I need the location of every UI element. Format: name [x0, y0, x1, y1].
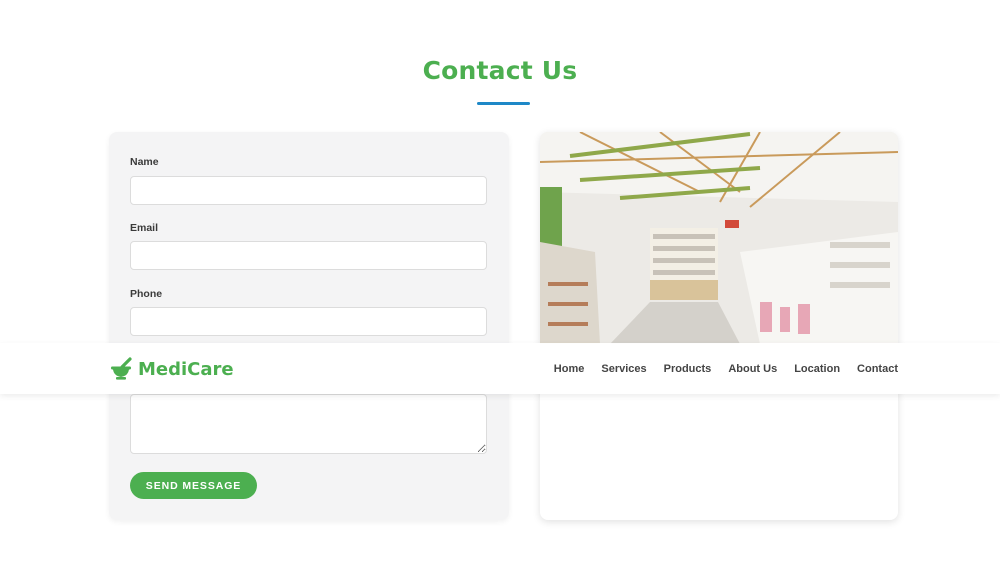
message-textarea[interactable] — [130, 394, 487, 454]
name-input[interactable] — [130, 176, 487, 205]
mortar-pestle-icon — [111, 357, 132, 380]
nav-links: Home Services Products About Us Location… — [554, 343, 898, 394]
email-input[interactable] — [130, 241, 487, 270]
pharmacy-store-photo — [540, 132, 898, 344]
title-underline — [477, 102, 530, 105]
top-navbar: MediCare Home Services Products About Us… — [0, 343, 1000, 394]
brand-name: MediCare — [138, 358, 234, 380]
phone-label: Phone — [130, 288, 163, 300]
nav-link-contact[interactable]: Contact — [857, 363, 898, 375]
nav-link-products[interactable]: Products — [664, 363, 712, 375]
nav-link-about-us[interactable]: About Us — [728, 363, 777, 375]
nav-link-location[interactable]: Location — [794, 363, 840, 375]
name-label: Name — [130, 156, 159, 168]
image-card — [540, 132, 898, 520]
phone-input[interactable] — [130, 307, 487, 336]
brand-logo[interactable]: MediCare — [109, 356, 234, 382]
section-title: Contact Us — [422, 56, 578, 85]
email-label: Email — [130, 222, 159, 234]
send-message-button[interactable]: SEND MESSAGE — [130, 472, 257, 499]
nav-link-services[interactable]: Services — [601, 363, 646, 375]
nav-link-home[interactable]: Home — [554, 363, 585, 375]
contact-form: Name Email Phone SEND MESSAGE — [109, 132, 509, 520]
